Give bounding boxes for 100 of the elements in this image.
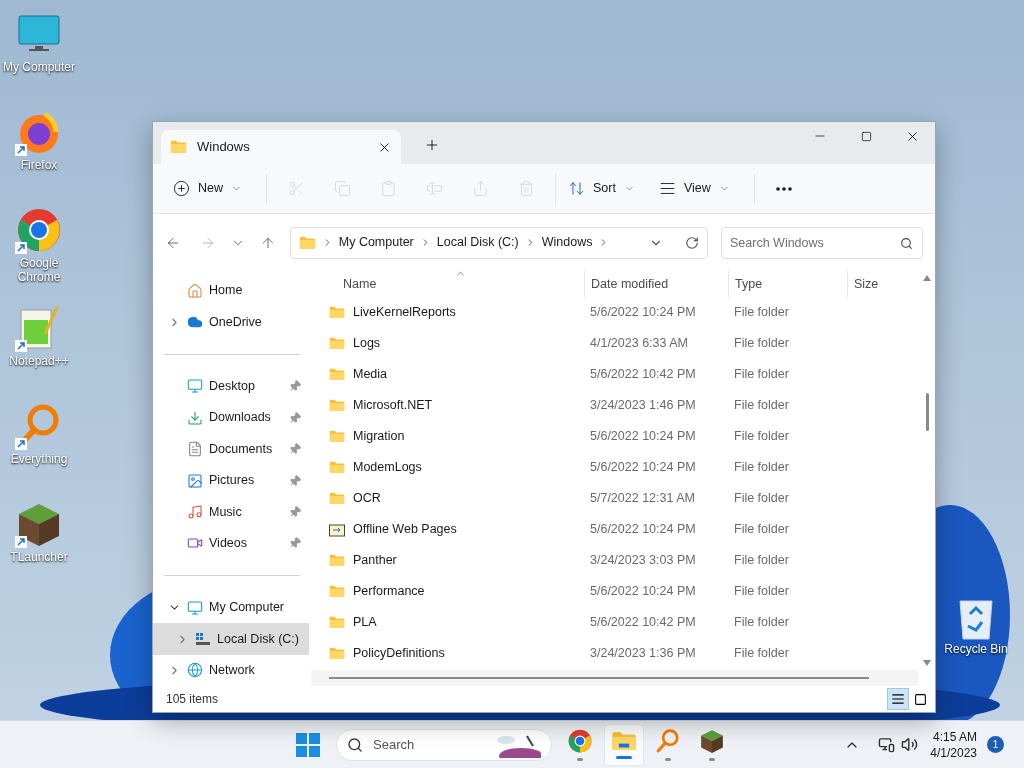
file-row[interactable]: PLA 5/6/2022 10:42 PM File folder <box>311 607 919 638</box>
sidebar-item[interactable]: Desktop <box>153 370 309 403</box>
file-name: ModemLogs <box>353 459 422 477</box>
folder-icon <box>329 430 345 443</box>
clock-time[interactable]: 4:15 AM <box>932 728 977 745</box>
folder-icon <box>298 235 316 250</box>
file-name: Microsoft.NET <box>353 397 433 415</box>
sidebar-item[interactable]: OneDrive <box>153 306 309 338</box>
type-cell-text: File folder <box>733 490 790 508</box>
file-row[interactable]: OCR 5/7/2022 12:31 AM File folder <box>311 483 919 514</box>
date-cell-text: 5/7/2022 12:31 AM <box>589 490 696 508</box>
file-name: Media <box>353 366 388 384</box>
scroll-down-icon[interactable] <box>923 660 931 666</box>
type-cell-text: File folder <box>733 459 790 477</box>
type-cell-text: File folder <box>733 397 790 415</box>
item-count: 105 items <box>166 691 220 708</box>
file-row[interactable]: LiveKernelReports 5/6/2022 10:24 PM File folder <box>311 297 919 328</box>
type-cell-text: File folder <box>733 304 790 322</box>
file-row[interactable]: Media 5/6/2022 10:42 PM File folder <box>311 359 919 390</box>
chrome-icon <box>15 206 63 254</box>
tile-icon <box>913 692 927 706</box>
folder-icon <box>329 337 345 350</box>
breadcrumb[interactable]: Windows <box>541 233 593 252</box>
window-tab[interactable]: Windows <box>161 130 401 164</box>
refresh-icon[interactable] <box>685 235 699 250</box>
date-cell-text: 5/6/2022 10:42 PM <box>589 614 697 632</box>
picture-icon <box>187 472 203 489</box>
download-icon <box>187 409 203 426</box>
column-header[interactable]: Date modified <box>584 271 728 297</box>
folder-icon <box>611 730 637 752</box>
column-header[interactable]: Size <box>847 271 919 297</box>
file-name: Panther <box>353 552 397 570</box>
folder-icon <box>329 368 345 381</box>
windows-logo-icon[interactable] <box>296 732 320 757</box>
address-bar[interactable]: My Computer Local Disk (C:) Windows <box>289 226 708 259</box>
scroll-thumb[interactable] <box>925 393 929 431</box>
volume-icon[interactable] <box>901 736 919 753</box>
new-button[interactable]: New <box>167 172 248 205</box>
file-row[interactable]: Logs 4/1/2023 6:33 AM File folder <box>311 328 919 359</box>
clock-date[interactable]: 4/1/2023 <box>930 744 977 761</box>
breadcrumb[interactable]: Local Disk (C:) <box>436 233 519 252</box>
sidebar-item[interactable]: Home <box>153 275 309 307</box>
file-row[interactable]: PolicyDefinitions 3/24/2023 1:36 PM File folder <box>311 638 919 669</box>
taskbar-app[interactable] <box>604 723 644 766</box>
scroll-up-icon[interactable] <box>923 275 931 281</box>
sidebar-item[interactable]: Music <box>153 496 309 528</box>
file-row[interactable]: Panther 3/24/2023 3:03 PM File folder <box>311 545 919 576</box>
folder-icon <box>329 492 345 505</box>
file-name: LiveKernelReports <box>353 304 456 322</box>
network-icon[interactable] <box>878 736 896 753</box>
search-icon <box>347 736 363 753</box>
type-cell-text: File folder <box>733 366 790 384</box>
column-header[interactable]: Name <box>311 271 584 297</box>
folder-icon <box>329 647 345 660</box>
horizontal-scroll-thumb[interactable] <box>329 677 869 679</box>
date-cell-text: 3/24/2023 1:46 PM <box>589 397 697 415</box>
date-cell-text: 3/24/2023 1:36 PM <box>589 645 697 663</box>
file-name: Migration <box>353 428 405 446</box>
sidebar-item[interactable]: Downloads <box>153 402 309 434</box>
file-name: Offline Web Pages <box>353 521 457 539</box>
file-name: OCR <box>353 490 381 508</box>
maximize-icon <box>860 130 872 142</box>
new-tab-icon[interactable] <box>424 137 440 153</box>
view-button[interactable]: View <box>652 172 736 205</box>
column-header[interactable]: Type <box>728 271 847 297</box>
search-field[interactable]: Search Windows <box>721 226 923 259</box>
folder-icon <box>329 399 345 412</box>
sidebar-item[interactable]: My Computer <box>153 591 309 624</box>
file-row[interactable]: Migration 5/6/2022 10:24 PM File folder <box>311 421 919 452</box>
folder-icon <box>329 306 345 319</box>
document-icon <box>187 441 203 458</box>
search-icon <box>900 236 913 250</box>
date-cell-text: 4/1/2023 6:33 AM <box>589 335 689 353</box>
type-cell-text: File folder <box>733 552 790 570</box>
file-row[interactable]: Offline Web Pages 5/6/2022 10:24 PM File folder <box>311 514 919 545</box>
type-cell-text: File folder <box>733 335 790 353</box>
home-icon <box>187 282 203 299</box>
network-icon <box>187 662 203 679</box>
breadcrumb[interactable]: My Computer <box>338 233 414 252</box>
grass-block-icon <box>699 728 725 754</box>
sidebar-item[interactable]: Documents <box>153 433 309 465</box>
date-cell-text: 5/6/2022 10:24 PM <box>589 304 697 322</box>
file-row[interactable]: ModemLogs 5/6/2022 10:24 PM File folder <box>311 452 919 483</box>
sidebar-item[interactable]: Network <box>153 654 309 687</box>
file-row[interactable]: Microsoft.NET 3/24/2023 1:46 PM File folder <box>311 390 919 421</box>
details-view-button[interactable] <box>887 688 909 710</box>
file-row[interactable]: Performance 5/6/2022 10:24 PM File folder <box>311 576 919 607</box>
type-cell-text: File folder <box>733 614 790 632</box>
recycle-bin-icon <box>956 598 996 640</box>
taskbar-search[interactable]: Search <box>336 728 552 761</box>
sync-folder-icon <box>329 522 345 537</box>
sidebar-item[interactable]: Local Disk (C:) <box>153 623 309 655</box>
file-name: Logs <box>353 335 381 353</box>
notification-count[interactable]: 1 <box>987 736 1004 753</box>
folder-icon <box>329 554 345 567</box>
drive-icon <box>195 632 211 647</box>
sidebar-item[interactable]: Pictures <box>153 464 309 497</box>
sort-button[interactable]: Sort <box>562 172 641 205</box>
sidebar-item[interactable]: Videos <box>153 527 309 559</box>
desktop-icon-label[interactable]: Recycle Bin <box>944 640 1008 658</box>
